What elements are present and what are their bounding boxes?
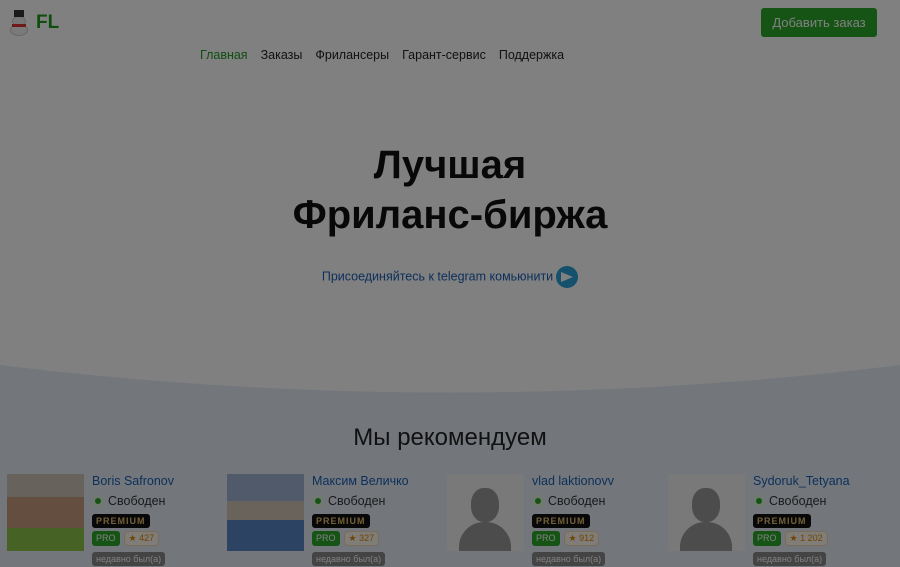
freelancer-name[interactable]: Boris Safronov: [92, 474, 174, 488]
status-text: Свободен: [328, 494, 386, 508]
rating-badge: ★ 427: [123, 531, 160, 546]
freelancer-name[interactable]: Sydoruk_Tetyana: [753, 474, 850, 488]
last-seen-badge: недавно был(а): [312, 552, 386, 566]
premium-badge: PREMIUM: [753, 514, 811, 528]
dimmed-page: FL Добавить заказ Главная Заказы Фриланс…: [0, 0, 900, 567]
freelancer-card: vlad laktionovv Свободен PREMIUM PRO ★ 91…: [447, 474, 667, 566]
status-text: Свободен: [548, 494, 606, 508]
status-icon: [532, 495, 544, 507]
last-seen-badge: недавно был(а): [532, 552, 606, 566]
avatar[interactable]: [7, 474, 84, 551]
status-icon: [312, 495, 324, 507]
logo-text: FL: [36, 12, 60, 33]
avatar-placeholder-icon[interactable]: [447, 474, 524, 551]
nav-orders[interactable]: Заказы: [261, 48, 303, 62]
nav-support[interactable]: Поддержка: [499, 48, 564, 62]
rating-badge: ★ 327: [343, 531, 380, 546]
hero-title: Лучшая Фриланс-биржа: [0, 140, 900, 240]
freelancer-card: Максим Величко Свободен PREMIUM PRO ★ 327…: [227, 474, 447, 566]
recommend-title: Мы рекомендуем: [353, 424, 547, 451]
add-order-button[interactable]: Добавить заказ: [761, 8, 877, 37]
pro-badge: PRO: [92, 531, 120, 546]
rating-badge: ★ 912: [563, 531, 600, 546]
freelancer-name[interactable]: vlad laktionovv: [532, 474, 614, 488]
freelancer-card: Sydoruk_Tetyana Свободен PREMIUM PRO ★ 1 …: [668, 474, 888, 566]
nav-freelancers[interactable]: Фрилансеры: [315, 48, 389, 62]
logo[interactable]: FL: [8, 10, 59, 36]
snowman-logo-icon: [8, 10, 30, 36]
hero-line-2: Фриланс-биржа: [292, 193, 608, 237]
telegram-icon: [556, 266, 579, 288]
pro-badge: PRO: [532, 531, 560, 546]
avatar[interactable]: [227, 474, 304, 551]
telegram-link-text[interactable]: Присоединяйтесь к telegram комьюнити: [322, 269, 553, 283]
pro-badge: PRO: [753, 531, 781, 546]
hero-line-1: Лучшая: [373, 143, 527, 187]
status-text: Свободен: [108, 494, 166, 508]
rating-badge: ★ 1 202: [784, 531, 828, 546]
premium-badge: PREMIUM: [92, 514, 150, 528]
last-seen-badge: недавно был(а): [92, 552, 166, 566]
telegram-link[interactable]: Присоединяйтесь к telegram комьюнити: [0, 266, 900, 288]
main-nav: Главная Заказы Фрилансеры Гарант-сервис …: [200, 48, 564, 62]
premium-badge: PREMIUM: [532, 514, 590, 528]
avatar-placeholder-icon[interactable]: [668, 474, 745, 551]
status-text: Свободен: [769, 494, 827, 508]
freelancer-name[interactable]: Максим Величко: [312, 474, 409, 488]
status-icon: [753, 495, 765, 507]
nav-guarantee[interactable]: Гарант-сервис: [402, 48, 486, 62]
status-icon: [92, 495, 104, 507]
nav-home[interactable]: Главная: [200, 48, 248, 62]
pro-badge: PRO: [312, 531, 340, 546]
last-seen-badge: недавно был(а): [753, 552, 827, 566]
freelancer-card: Boris Safronov Свободен PREMIUM PRO ★ 427…: [7, 474, 227, 566]
premium-badge: PREMIUM: [312, 514, 370, 528]
